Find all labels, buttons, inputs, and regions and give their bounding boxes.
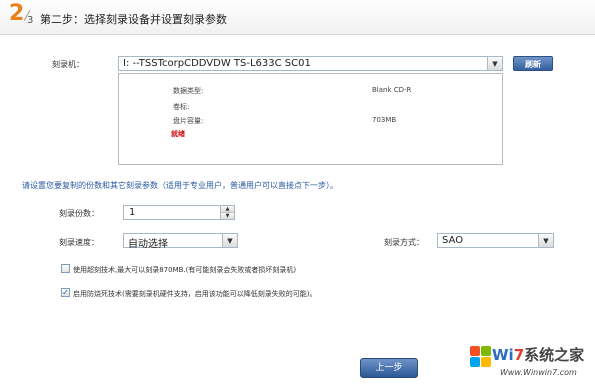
copies-value: 1 (129, 207, 136, 218)
capacity-value: 703MB (372, 116, 397, 124)
refresh-button[interactable]: 刷新 (513, 56, 553, 71)
step-indicator: 2 3 (8, 1, 36, 31)
copies-label: 刻录份数： (59, 209, 99, 218)
overburn-checkbox[interactable] (61, 264, 70, 273)
data-type-label: 数据类型: (173, 87, 204, 95)
speed-select[interactable]: 自动选择 ▼ (123, 233, 238, 250)
volume-label: 卷标: (173, 103, 190, 111)
watermark: Wi7系统之家 Www.Winwin7.com (470, 344, 592, 382)
stepper-buttons: ▲ ▼ (220, 206, 234, 219)
drive-select[interactable]: I: --TSSTcorpCDDVDW TS-L633C SC01 ▼ (118, 56, 503, 71)
chevron-down-icon[interactable]: ▼ (487, 57, 502, 70)
step-current: 2 (9, 1, 25, 26)
disc-info-panel: 数据类型: Blank CD-R 卷标: 盘片容量: 703MB 就绪 (118, 73, 503, 165)
overburn-label: 使用超刻技术,最大可以刻录870MB.(有可能刻录会失败或者损坏刻录机) (73, 266, 297, 274)
prev-button[interactable]: 上一步 (360, 358, 418, 378)
bufferproof-label: 启用防烧死技术(需要刻录机硬件支持，启用该功能可以降低刻录失败的可能)。 (73, 290, 317, 298)
checkmark-icon: ✓ (62, 288, 69, 297)
chevron-down-icon[interactable]: ▼ (222, 234, 237, 247)
watermark-brand-post: 系统之家 (524, 346, 585, 364)
capacity-label: 盘片容量: (173, 117, 204, 125)
drive-label: 刻录机： (52, 60, 84, 69)
caret-down-icon[interactable]: ▼ (221, 212, 234, 219)
data-type-value: Blank CD-R (372, 86, 412, 94)
windows-logo-icon (470, 346, 492, 368)
watermark-brand: Wi7系统之家 (492, 344, 584, 365)
bufferproof-checkbox[interactable]: ✓ (61, 288, 70, 297)
page-title: 第二步：选择刻录设备并设置刻录参数 (40, 13, 227, 26)
mode-select[interactable]: SAO ▼ (437, 233, 554, 248)
status-badge: 就绪 (171, 130, 185, 138)
settings-hint: 请设置您要复制的份数和其它刻录参数（适用于专业用户，普通用户可以直接点下一步）。 (22, 181, 338, 190)
mode-select-value: SAO (442, 235, 464, 246)
speed-label: 刻录速度： (59, 238, 99, 247)
copies-stepper[interactable]: 1 ▲ ▼ (123, 205, 235, 220)
watermark-brand-seven: 7 (513, 346, 525, 364)
wizard-header: 2 3 第二步：选择刻录设备并设置刻录参数 (0, 0, 595, 35)
drive-select-value: I: --TSSTcorpCDDVDW TS-L633C SC01 (123, 58, 311, 69)
watermark-brand-pre: Wi (492, 346, 514, 364)
watermark-url: Www.Winwin7.com (500, 368, 577, 377)
mode-label: 刻录方式： (384, 238, 424, 247)
speed-select-value: 自动选择 (128, 239, 168, 250)
chevron-down-icon[interactable]: ▼ (538, 234, 553, 247)
step-total: 3 (27, 15, 34, 26)
